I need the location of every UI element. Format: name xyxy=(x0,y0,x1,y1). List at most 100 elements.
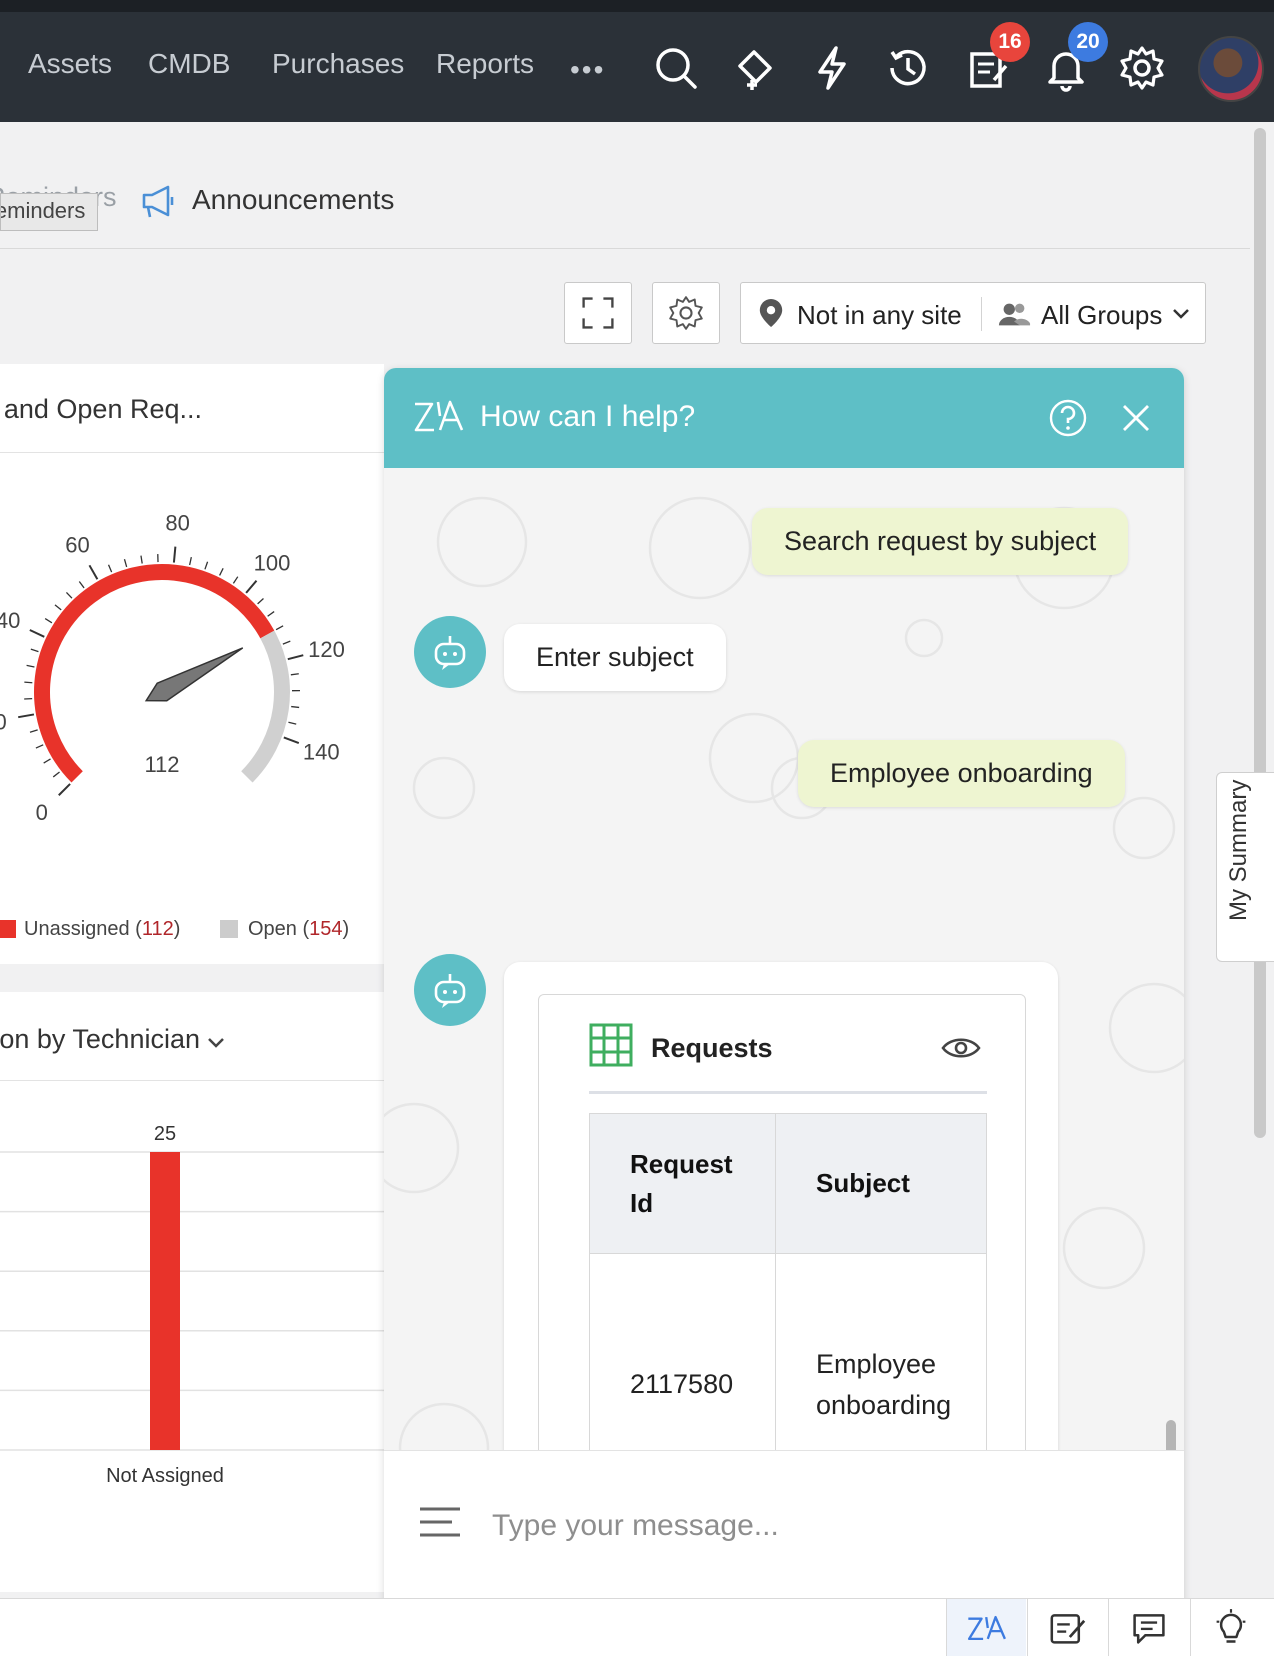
gauge-minor-tick xyxy=(188,557,192,566)
gauge-tick-label: 120 xyxy=(308,637,345,662)
notes-button[interactable] xyxy=(1027,1599,1107,1656)
tasks-count-badge: 16 xyxy=(990,22,1030,62)
gauge-widget-title: Unassigned and Open Req... xyxy=(0,394,202,425)
chart-data-label: 25 xyxy=(154,1123,176,1145)
help-icon[interactable] xyxy=(1048,398,1088,438)
new-ticket-icon[interactable] xyxy=(730,44,778,92)
gauge-tick-label: 100 xyxy=(254,550,291,575)
gauge-needle xyxy=(144,647,244,702)
gauge-tick-label: 20 xyxy=(0,709,7,734)
technician-widget-title-text: Request Distribution by Technician xyxy=(0,1024,200,1054)
gauge-minor-tick xyxy=(65,591,73,599)
chat-messages-area[interactable]: Search request by subject Enter subject … xyxy=(384,468,1184,1550)
chevron-down-icon[interactable] xyxy=(206,1036,226,1050)
my-summary-label: My Summary xyxy=(1225,779,1252,921)
chatbot-header: How can I help? xyxy=(384,368,1184,468)
gauge-value-label: 112 xyxy=(144,752,179,777)
gauge-minor-tick xyxy=(257,598,264,605)
zia-chat-button[interactable] xyxy=(946,1599,1026,1656)
site-group-filter[interactable]: Not in any site All Groups xyxy=(740,282,1206,344)
legend-unassigned-label: Unassigned xyxy=(24,918,130,940)
legend-unassigned[interactable]: Unassigned (112) xyxy=(24,918,180,941)
gauge-minor-tick xyxy=(52,771,60,778)
gauge-minor-tick xyxy=(54,604,62,611)
table-grid-icon xyxy=(589,1023,633,1067)
bot-avatar-icon xyxy=(414,954,486,1026)
more-menu-button[interactable]: ••• xyxy=(570,54,605,86)
gauge-major-tick xyxy=(287,654,304,661)
chatbot-panel: How can I help? Search request by subjec… xyxy=(384,368,1184,1656)
gauge-minor-tick xyxy=(282,640,291,645)
eye-icon[interactable] xyxy=(941,1035,981,1061)
gear-icon[interactable] xyxy=(1118,44,1166,92)
legend-unassigned-swatch xyxy=(0,920,16,938)
gauge-open-arc xyxy=(241,630,290,783)
gauge-major-tick xyxy=(245,580,258,594)
gauge-minor-tick xyxy=(288,721,297,725)
site-filter-label[interactable]: Not in any site xyxy=(797,300,962,331)
chart-category-label: Not Assigned xyxy=(106,1465,224,1487)
history-icon[interactable] xyxy=(884,44,932,92)
speedometer-gauge: 0 20 40 60 80 100 120 140 112 xyxy=(0,514,345,825)
requests-title-underline xyxy=(589,1091,987,1094)
megaphone-icon xyxy=(138,181,178,221)
announcements-tab[interactable]: Announcements xyxy=(192,184,394,216)
search-icon[interactable] xyxy=(652,44,700,92)
lightning-icon[interactable] xyxy=(808,44,856,92)
requests-result-title: Requests xyxy=(651,1033,773,1063)
gauge-major-tick xyxy=(18,713,35,719)
gauge-minor-tick xyxy=(123,559,128,568)
technician-title-divider xyxy=(0,1080,384,1081)
column-header-subject[interactable]: Subject xyxy=(775,1113,987,1254)
user-avatar[interactable] xyxy=(1198,36,1264,102)
nav-reports[interactable]: Reports xyxy=(436,48,534,80)
technician-bar-chart: 25 Not Assigned xyxy=(0,1123,384,1487)
gauge-title-divider xyxy=(0,452,384,453)
gauge-minor-tick xyxy=(232,576,239,584)
gauge-minor-tick xyxy=(43,758,51,764)
chat-button[interactable] xyxy=(1108,1599,1188,1656)
chat-bubble-icon xyxy=(1132,1614,1165,1644)
table-header-row: Request Id Subject xyxy=(589,1113,987,1254)
legend-unassigned-count: 112 xyxy=(141,918,174,940)
bot-avatar-icon xyxy=(414,616,486,688)
dashboard-settings-button[interactable] xyxy=(652,282,720,344)
gauge-tick-label: 0 xyxy=(36,800,48,825)
nav-purchases[interactable]: Purchases xyxy=(272,48,404,80)
fullscreen-button[interactable] xyxy=(564,282,632,344)
edit-note-icon xyxy=(1050,1614,1085,1644)
group-filter-label[interactable]: All Groups xyxy=(1041,300,1162,331)
gauge-minor-tick xyxy=(107,564,113,573)
gauge-minor-tick xyxy=(291,705,300,709)
legend-open-count: 154 xyxy=(309,918,343,940)
top-navigation-bar: Assets CMDB Purchases Reports ••• 16 20 xyxy=(0,0,1274,122)
legend-open-label: Open xyxy=(248,918,297,940)
gauge-major-tick xyxy=(283,736,300,744)
technician-widget-title[interactable]: Request Distribution by Technician xyxy=(0,1024,200,1055)
close-icon[interactable] xyxy=(1118,400,1154,436)
gauge-minor-tick xyxy=(78,581,85,589)
menu-icon[interactable] xyxy=(418,1505,462,1539)
gauge-minor-tick xyxy=(290,673,299,676)
legend-open-swatch xyxy=(220,920,238,938)
nav-cmdb[interactable]: CMDB xyxy=(148,48,230,80)
zia-logo-icon xyxy=(414,400,464,432)
gauge-minor-tick xyxy=(29,729,38,733)
legend-open[interactable]: Open (154) xyxy=(248,918,349,941)
chat-message-user: Employee onboarding xyxy=(798,740,1125,807)
page-scrollbar[interactable] xyxy=(1254,128,1266,1138)
nav-assets[interactable]: Assets xyxy=(28,48,112,80)
browser-strip xyxy=(0,0,1274,12)
gauge-tick-label: 140 xyxy=(303,739,340,764)
column-header-request-id[interactable]: Request Id xyxy=(589,1113,776,1254)
chart-bar xyxy=(150,1152,180,1450)
my-summary-tab[interactable]: My Summary xyxy=(1216,772,1274,962)
bottom-toolbar xyxy=(0,1598,1274,1656)
tips-button[interactable] xyxy=(1190,1599,1270,1656)
zia-logo-icon xyxy=(967,1615,1006,1641)
gauge-tick-label: 60 xyxy=(65,532,89,557)
location-pin-icon xyxy=(759,299,783,327)
chat-message-input[interactable]: Type your message... xyxy=(492,1509,779,1543)
chat-message-bot: Enter subject xyxy=(504,624,726,691)
gauge-major-tick xyxy=(88,564,99,580)
